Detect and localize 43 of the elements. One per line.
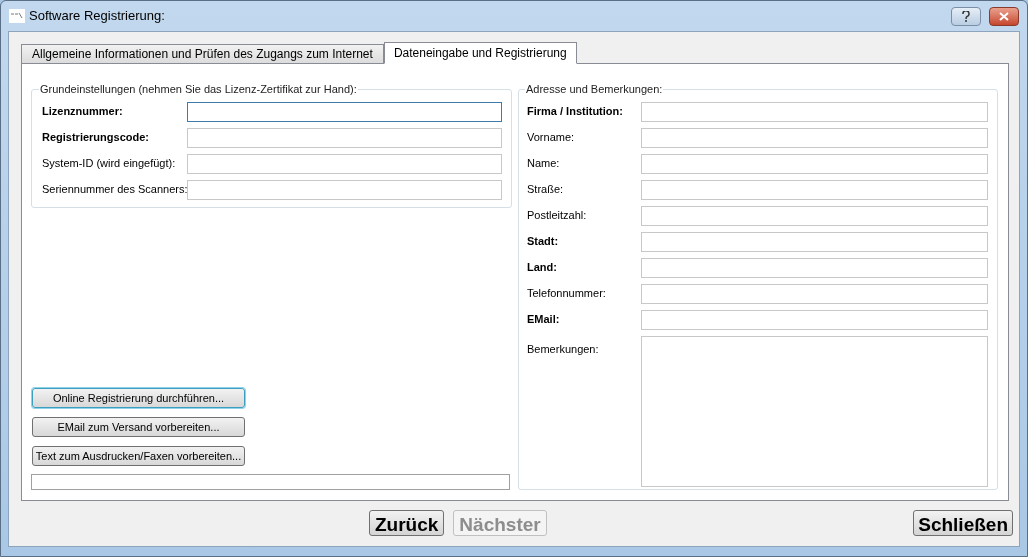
field-label: Lizenznummer: bbox=[41, 104, 124, 120]
field-label: Vorname: bbox=[527, 130, 576, 146]
input-field[interactable] bbox=[641, 257, 988, 278]
field-label: Bemerkungen: bbox=[527, 341, 600, 357]
help-icon bbox=[962, 10, 970, 22]
action-button[interactable]: EMail zum Versand vorbereiten... bbox=[32, 417, 245, 437]
field-label: Firma / Institution: bbox=[527, 104, 624, 120]
field-label: EMail: bbox=[527, 312, 561, 328]
input-field[interactable] bbox=[641, 127, 988, 148]
input-field[interactable] bbox=[641, 179, 988, 200]
window-title: Software Registrierung: bbox=[29, 7, 165, 26]
input-field[interactable] bbox=[187, 179, 502, 200]
input-field[interactable] bbox=[187, 153, 502, 174]
close-icon bbox=[999, 11, 1009, 21]
field-label: Straße: bbox=[527, 182, 565, 198]
input-field[interactable] bbox=[641, 153, 988, 174]
field-label: Land: bbox=[527, 260, 558, 276]
action-button[interactable]: Online Registrierung durchführen... bbox=[32, 388, 245, 408]
field-label: Seriennummer des Scanners: bbox=[41, 182, 187, 198]
app-icon bbox=[9, 9, 25, 23]
field-label: Postleitzahl: bbox=[527, 208, 588, 224]
field-label: Stadt: bbox=[527, 234, 560, 250]
field-label: Telefonnummer: bbox=[527, 286, 607, 302]
input-field[interactable] bbox=[187, 127, 502, 148]
close-button[interactable] bbox=[989, 6, 1019, 26]
help-button[interactable] bbox=[951, 6, 981, 26]
input-field[interactable] bbox=[641, 231, 988, 252]
input-field[interactable] bbox=[641, 205, 988, 226]
input-field[interactable] bbox=[641, 283, 988, 304]
input-field[interactable] bbox=[187, 101, 502, 122]
text-area[interactable] bbox=[641, 335, 988, 487]
field-label: System-ID (wird eingefügt): bbox=[41, 156, 177, 172]
input-field[interactable] bbox=[641, 101, 988, 122]
nav-button[interactable]: Zurück bbox=[369, 509, 445, 536]
field-label: Name: bbox=[527, 156, 561, 172]
close-dialog-button[interactable]: Schließen bbox=[913, 509, 1013, 536]
group-title: Adresse und Bemerkungen: bbox=[525, 82, 664, 97]
tab[interactable]: Allgemeine Informationen und Prüfen des Zugangs zum Internet bbox=[21, 44, 384, 63]
action-button[interactable]: Text zum Ausdrucken/Faxen vorbereiten... bbox=[32, 446, 245, 466]
field-label: Registrierungscode: bbox=[41, 130, 150, 146]
group-title: Grundeinstellungen (nehmen Sie das Lizenz-Zertifikat zur Hand): bbox=[39, 82, 358, 97]
tab[interactable]: Dateneingabe und Registrierung bbox=[383, 42, 577, 64]
input-field[interactable] bbox=[641, 309, 988, 330]
